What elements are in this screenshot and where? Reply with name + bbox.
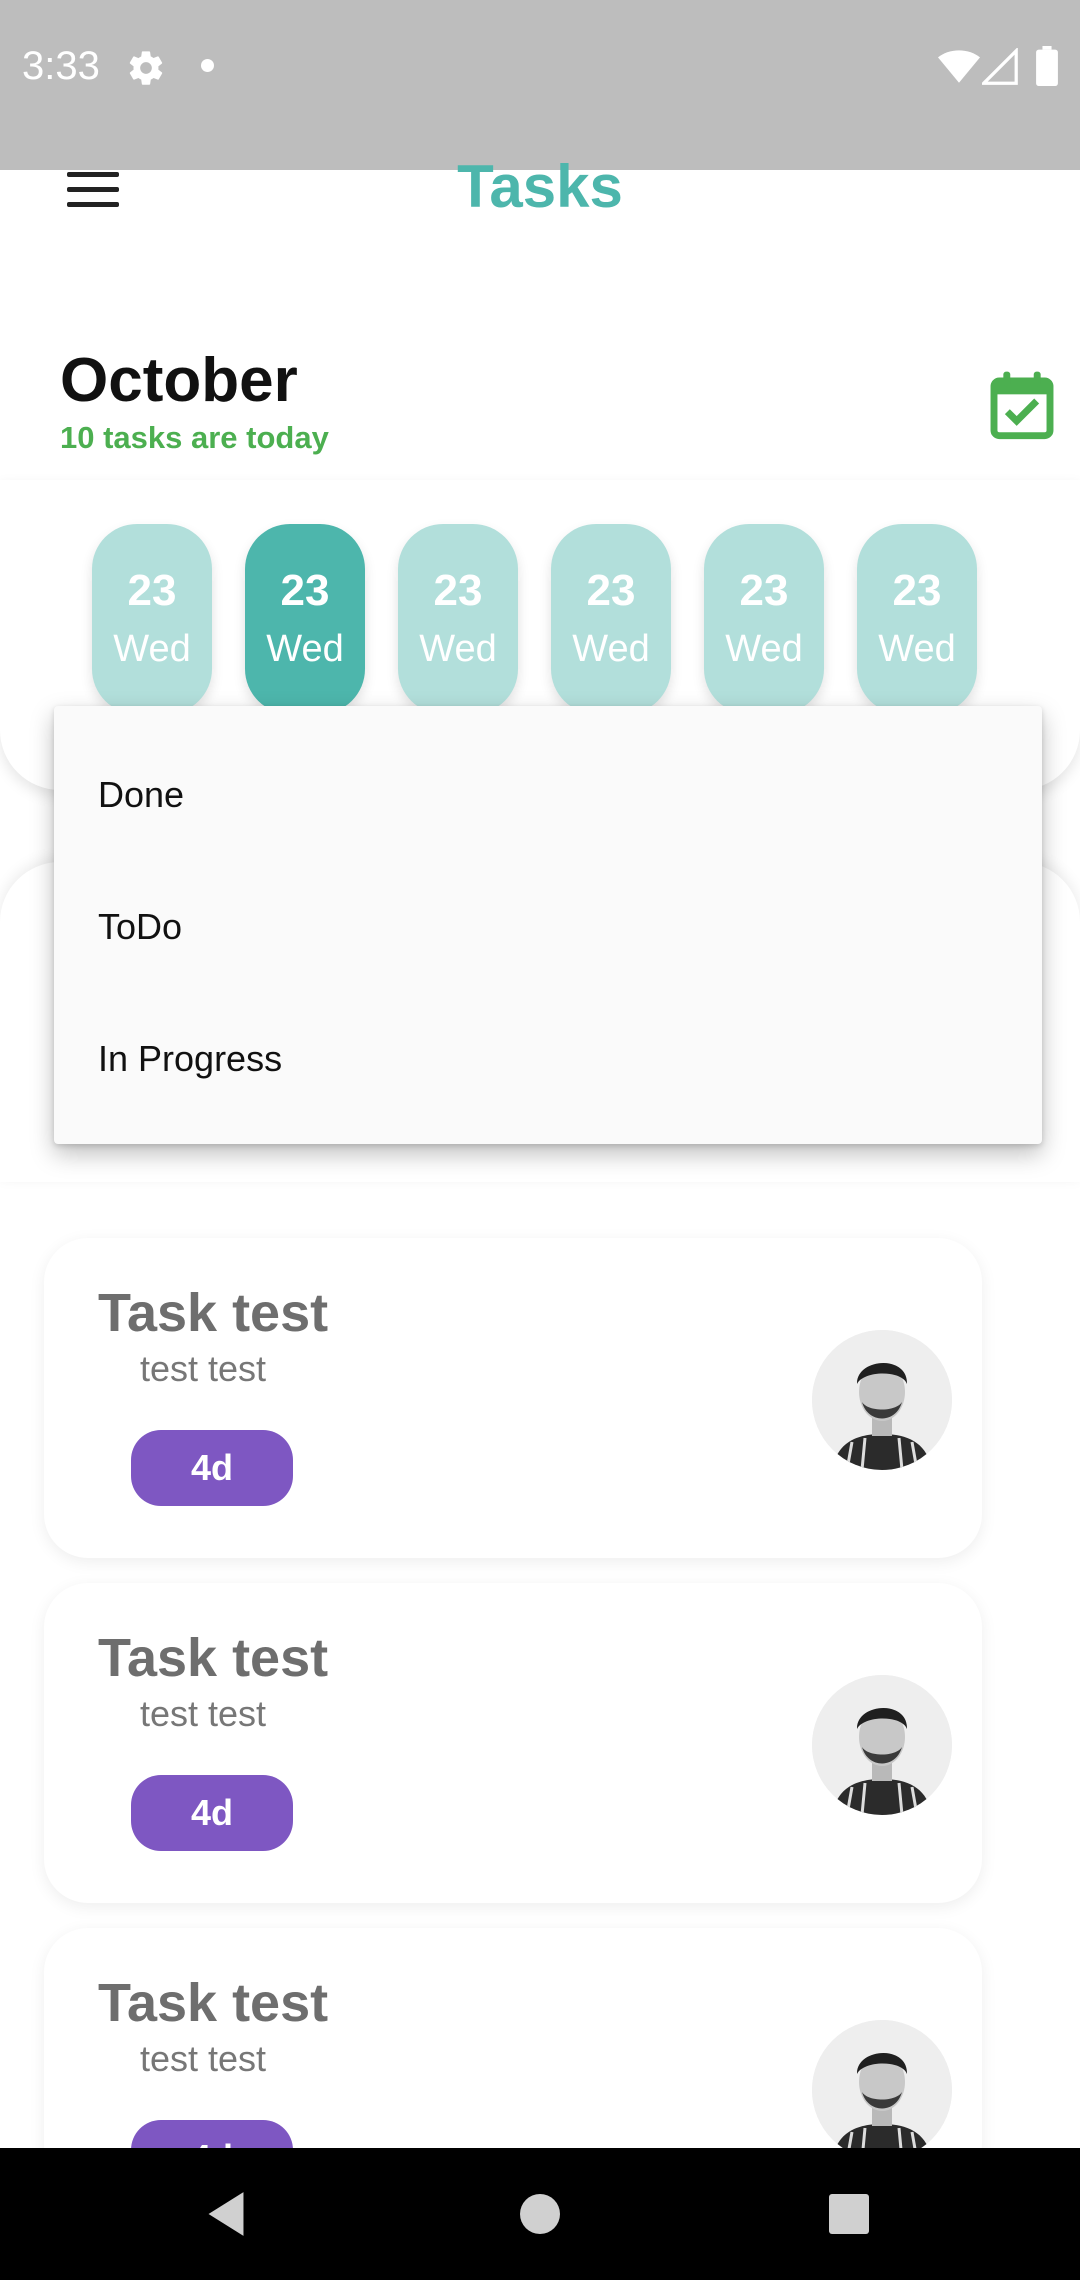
system-navigation-bar <box>0 2148 1080 2280</box>
dropdown-item-todo[interactable]: ToDo <box>98 906 182 948</box>
day-name: Wed <box>725 628 803 670</box>
avatar <box>812 1330 952 1470</box>
day-number: 23 <box>586 566 636 615</box>
month-title: October <box>60 346 298 415</box>
day-number: 23 <box>433 566 483 615</box>
day-pill[interactable]: 23 Wed <box>551 524 671 714</box>
notification-dot-icon <box>201 59 214 72</box>
day-pill[interactable]: 23 Wed <box>398 524 518 714</box>
day-number: 23 <box>739 566 789 615</box>
day-pill[interactable]: 23 Wed <box>704 524 824 714</box>
day-pill[interactable]: 23 Wed <box>857 524 977 714</box>
day-number: 23 <box>280 566 330 615</box>
day-number: 23 <box>127 566 177 615</box>
task-subtitle: test test <box>140 1693 267 1734</box>
day-name: Wed <box>266 628 344 670</box>
signal-icon <box>982 48 1018 85</box>
battery-icon <box>1036 46 1058 86</box>
page-title: Tasks <box>457 153 623 220</box>
day-name: Wed <box>419 628 497 670</box>
task-subtitle: test test <box>140 1348 267 1389</box>
day-pill[interactable]: 23 Wed <box>92 524 212 714</box>
task-title: Task test <box>98 1283 329 1343</box>
recents-icon[interactable] <box>829 2194 869 2234</box>
task-card[interactable]: Task test test test 4d <box>44 1583 982 1903</box>
gear-icon <box>129 51 163 85</box>
task-duration-badge: 4d <box>131 1430 293 1506</box>
day-name: Wed <box>113 628 191 670</box>
back-icon[interactable] <box>204 2190 248 2238</box>
day-name: Wed <box>878 628 956 670</box>
task-duration-badge: 4d <box>131 1775 293 1851</box>
dropdown-item-in-progress[interactable]: In Progress <box>98 1038 282 1080</box>
avatar-person-icon <box>812 1675 952 1815</box>
home-icon[interactable] <box>520 2194 560 2234</box>
wifi-icon <box>938 50 980 83</box>
avatar-person-icon <box>812 1330 952 1470</box>
avatar-person-icon <box>812 2020 952 2160</box>
avatar <box>812 1675 952 1815</box>
tasks-today-label: 10 tasks are today <box>60 420 329 455</box>
task-title: Task test <box>98 1628 329 1688</box>
status-time: 3:33 <box>22 44 100 88</box>
avatar <box>812 2020 952 2160</box>
status-bar: 3:33 <box>0 0 1080 170</box>
calendar-check-icon[interactable] <box>990 370 1054 440</box>
task-card[interactable]: Task test test test 4d <box>44 1238 982 1558</box>
task-title: Task test <box>98 1973 329 2033</box>
day-pill-selected[interactable]: 23 Wed <box>245 524 365 714</box>
day-number: 23 <box>892 566 942 615</box>
dropdown-item-done[interactable]: Done <box>98 774 184 816</box>
status-dropdown-menu: Done ToDo In Progress <box>54 706 1042 1144</box>
app-bar: Tasks <box>0 153 1080 290</box>
day-name: Wed <box>572 628 650 670</box>
task-subtitle: test test <box>140 2038 267 2079</box>
